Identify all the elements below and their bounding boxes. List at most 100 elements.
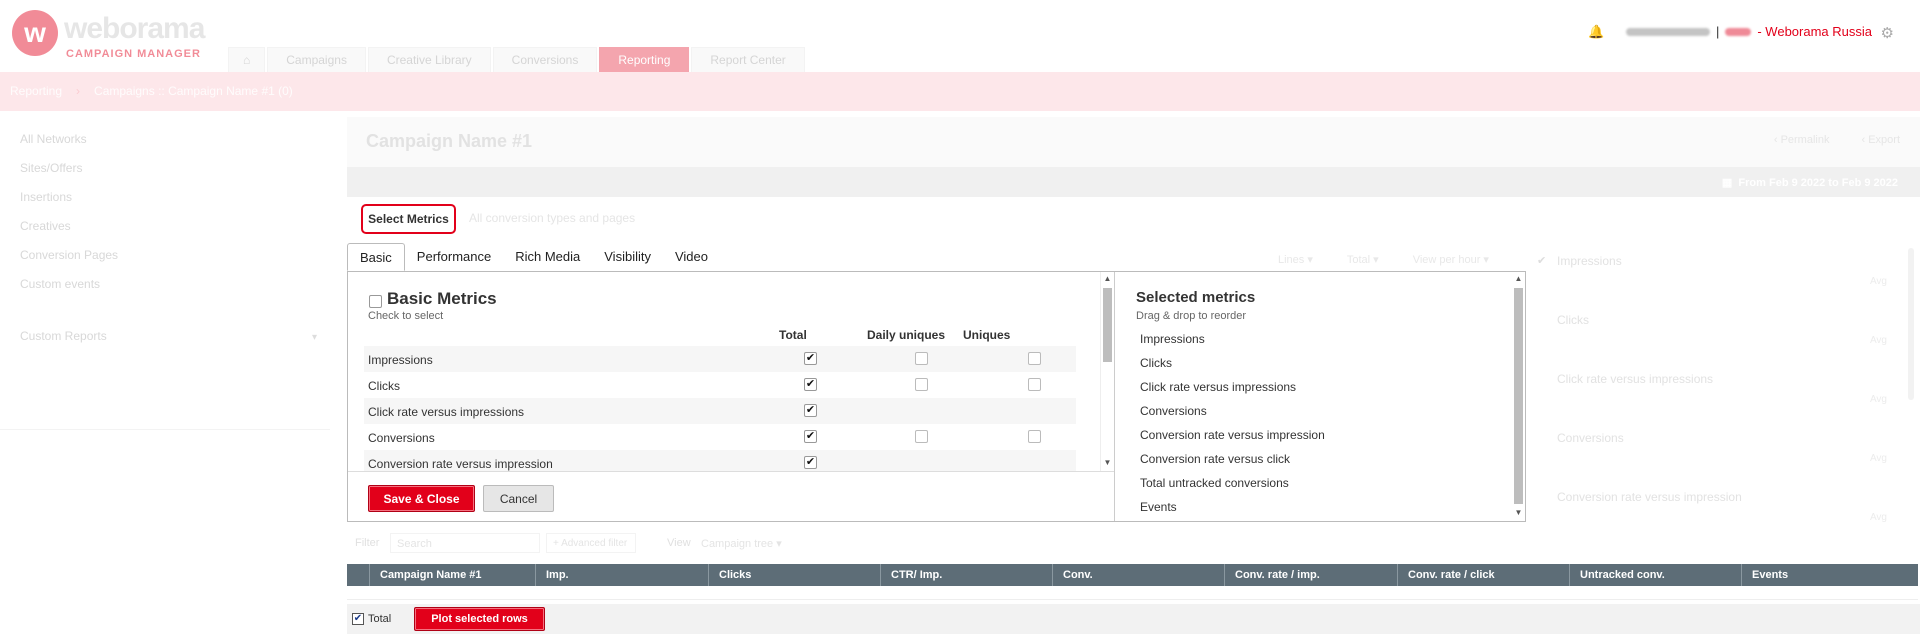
column-conv[interactable]: Conv. (1052, 564, 1224, 586)
export-link[interactable]: ‹ Export (1861, 134, 1900, 146)
uniques-checkbox[interactable] (1028, 352, 1041, 365)
redacted-username (1625, 27, 1710, 36)
panel-avg[interactable]: Avg (1870, 512, 1887, 523)
sidebar-item-all-networks[interactable]: All Networks (20, 132, 87, 146)
select-metrics-button[interactable]: Select Metrics (361, 204, 456, 234)
lines-select[interactable]: Lines ▾ (1278, 253, 1313, 266)
scroll-up-icon[interactable]: ▲ (1101, 274, 1114, 283)
selected-metric-item[interactable]: Total untracked conversions (1140, 476, 1289, 490)
panel-avg[interactable]: Avg (1870, 335, 1887, 346)
selected-metric-item[interactable]: Clicks (1140, 356, 1172, 370)
organization-name: - Weborama Russia (1757, 24, 1872, 39)
home-icon: ⌂ (243, 53, 251, 67)
sidebar-item-custom-reports[interactable]: Custom Reports (20, 329, 107, 343)
selected-metric-item[interactable]: Events (1140, 500, 1177, 514)
total-checkbox[interactable]: ✔ (804, 352, 817, 365)
scroll-thumb[interactable] (1103, 288, 1112, 362)
nav-tab-conversions[interactable]: Conversions (492, 47, 598, 72)
column-campaign-name[interactable]: Campaign Name #1 (369, 564, 535, 586)
save-close-button[interactable]: Save & Close (368, 485, 475, 512)
sidebar-item-insertions[interactable]: Insertions (20, 190, 72, 204)
logo-mark: w (12, 10, 58, 56)
panel-avg[interactable]: Avg (1870, 394, 1887, 405)
scroll-down-icon[interactable]: ▼ (1512, 508, 1525, 517)
selected-metric-item[interactable]: Click rate versus impressions (1140, 380, 1296, 394)
panel-metric[interactable]: Click rate versus impressions (1557, 372, 1713, 386)
view-per-hour-select[interactable]: View per hour ▾ (1413, 253, 1489, 266)
select-all-checkbox[interactable] (369, 295, 382, 308)
total-checkbox[interactable]: ✔ (804, 404, 817, 417)
column-events[interactable]: Events (1741, 564, 1918, 586)
total-checkbox[interactable]: ✔ (352, 613, 364, 625)
panel-scrollbar[interactable] (1908, 248, 1914, 400)
tab-performance[interactable]: Performance (405, 243, 503, 271)
conversion-types-link[interactable]: All conversion types and pages (469, 211, 635, 225)
uniques-checkbox[interactable] (1028, 378, 1041, 391)
panel-metric[interactable]: Impressions (1557, 254, 1622, 268)
selected-metric-item[interactable]: Conversion rate versus click (1140, 452, 1290, 466)
scroll-thumb[interactable] (1514, 288, 1523, 504)
breadcrumb: Reporting › Campaigns :: Campaign Name #… (10, 84, 293, 98)
sidebar-item-conversion-pages[interactable]: Conversion Pages (20, 248, 118, 262)
total-select[interactable]: Total ▾ (1347, 253, 1379, 266)
user-info[interactable]: 🔔 | - Weborama Russia (1588, 24, 1872, 39)
total-checkbox[interactable]: ✔ (804, 430, 817, 443)
breadcrumb-campaign[interactable]: Campaigns :: Campaign Name #1 (0) (94, 84, 293, 98)
view-select[interactable]: Campaign tree ▾ (701, 537, 782, 550)
plot-selected-rows-button[interactable]: Plot selected rows (414, 607, 545, 631)
table-footer: ✔ Total Plot selected rows (347, 604, 1920, 634)
total-checkbox[interactable]: ✔ (804, 378, 817, 391)
column-conv-rate-imp[interactable]: Conv. rate / imp. (1224, 564, 1397, 586)
panel-metric[interactable]: Conversions (1557, 431, 1624, 445)
advanced-filter-button[interactable]: + Advanced filter (546, 533, 636, 553)
panel-metric[interactable]: Clicks (1557, 313, 1589, 327)
column-ctr-imp[interactable]: CTR/ Imp. (880, 564, 1052, 586)
date-range[interactable]: ▦ From Feb 9 2022 to Feb 9 2022 (1722, 176, 1898, 189)
chevron-down-icon[interactable]: ▾ (312, 332, 317, 343)
tab-visibility[interactable]: Visibility (592, 243, 663, 271)
total-checkbox[interactable]: ✔ (804, 456, 817, 469)
daily-uniques-checkbox[interactable] (915, 352, 928, 365)
scroll-down-icon[interactable]: ▼ (1101, 458, 1114, 467)
scroll-up-icon[interactable]: ▲ (1512, 274, 1525, 283)
table-body (347, 586, 1918, 600)
cancel-button[interactable]: Cancel (483, 485, 554, 512)
sidebar-item-sites-offers[interactable]: Sites/Offers (20, 161, 82, 175)
column-clicks[interactable]: Clicks (708, 564, 880, 586)
selected-metrics-pane: Selected metrics Drag & drop to reorder … (1114, 272, 1525, 521)
bell-icon[interactable]: 🔔 (1588, 24, 1604, 39)
panel-metric[interactable]: Conversion rate versus impression (1557, 490, 1742, 504)
daily-uniques-checkbox[interactable] (915, 378, 928, 391)
selected-metric-item[interactable]: Conversion rate versus impression (1140, 428, 1325, 442)
daily-uniques-checkbox[interactable] (915, 430, 928, 443)
nav-tab-creative-library[interactable]: Creative Library (367, 47, 491, 72)
redacted-account (1725, 27, 1752, 36)
nav-tab-report-center[interactable]: Report Center (691, 47, 805, 72)
tab-video[interactable]: Video (663, 243, 720, 271)
column-untracked-conv[interactable]: Untracked conv. (1569, 564, 1741, 586)
nav-home[interactable]: ⌂ (228, 47, 266, 72)
logo-wordmark: weborama (64, 12, 205, 45)
selected-metric-item[interactable]: Impressions (1140, 332, 1205, 346)
weborama-logo[interactable]: w weborama CAMPAIGN MANAGER (12, 10, 212, 60)
uniques-checkbox[interactable] (1028, 430, 1041, 443)
permalink-link[interactable]: ‹ Permalink (1774, 134, 1830, 146)
metric-row: Conversion rate versus impression ✔ (364, 450, 1076, 471)
sidebar-item-custom-events[interactable]: Custom events (20, 277, 100, 291)
tab-rich-media[interactable]: Rich Media (503, 243, 592, 271)
selected-metric-item[interactable]: Conversions (1140, 404, 1207, 418)
metric-name: Clicks (368, 379, 400, 393)
breadcrumb-reporting[interactable]: Reporting (10, 84, 62, 98)
right-scrollbar[interactable]: ▲ ▼ (1512, 272, 1525, 521)
nav-tab-reporting[interactable]: Reporting (599, 47, 690, 72)
search-input[interactable]: Search (390, 533, 540, 553)
panel-avg[interactable]: Avg (1870, 453, 1887, 464)
panel-avg[interactable]: Avg (1870, 276, 1887, 287)
column-conv-rate-click[interactable]: Conv. rate / click (1397, 564, 1569, 586)
sidebar-item-creatives[interactable]: Creatives (20, 219, 71, 233)
column-imp[interactable]: Imp. (535, 564, 708, 586)
nav-tab-campaigns[interactable]: Campaigns (267, 47, 366, 72)
left-scrollbar[interactable]: ▲ ▼ (1100, 272, 1113, 471)
tab-basic[interactable]: Basic (347, 243, 405, 271)
gear-icon[interactable]: ⚙ (1881, 24, 1894, 42)
